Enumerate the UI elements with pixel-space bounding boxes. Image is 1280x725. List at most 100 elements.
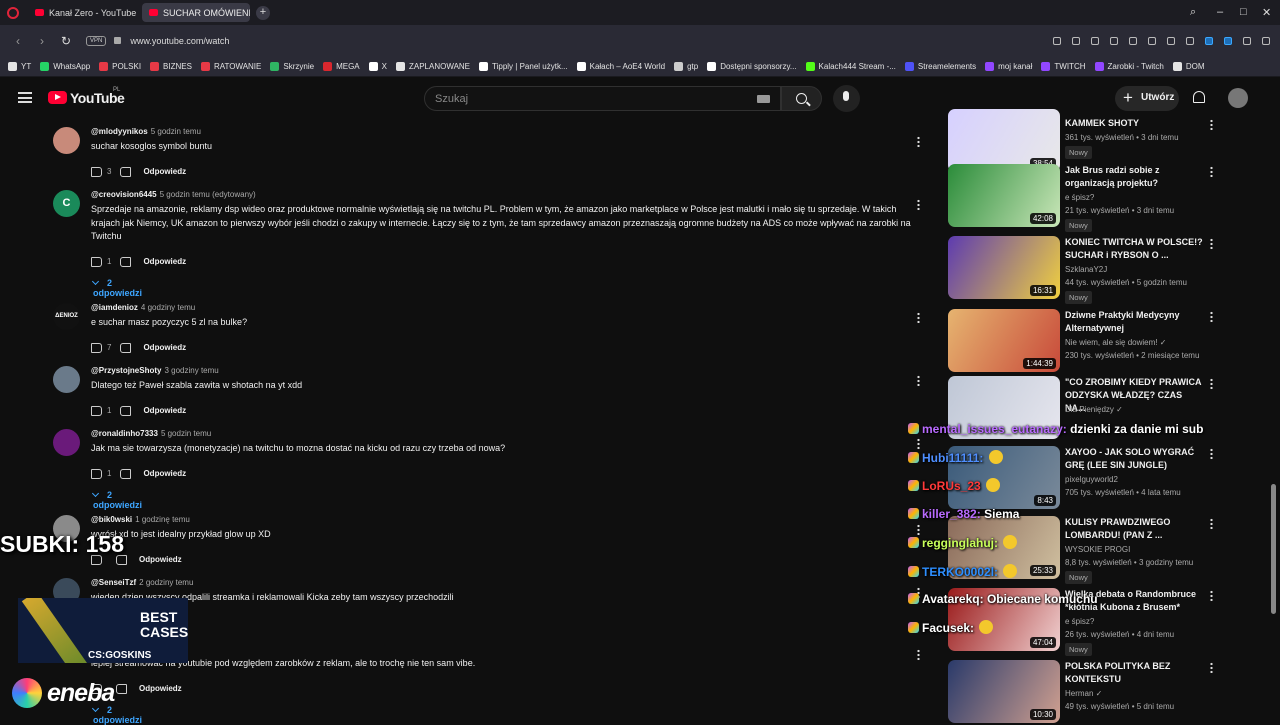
- extensions-icon[interactable]: [1243, 36, 1251, 45]
- avatar[interactable]: ΔENIOZ: [53, 303, 80, 330]
- comment-author[interactable]: @bik0wski: [91, 515, 132, 524]
- back-icon[interactable]: ‹: [12, 34, 24, 48]
- reply-button[interactable]: Odpowiedz: [143, 257, 186, 266]
- tab-kanal-zero[interactable]: Kanał Zero - YouTube: [28, 3, 138, 22]
- search-button[interactable]: [781, 86, 822, 111]
- like-icon[interactable]: [91, 342, 102, 353]
- url-field[interactable]: www.youtube.com/watch: [130, 36, 229, 46]
- bookmark-item[interactable]: Kałach – AoE4 World: [576, 61, 665, 71]
- play-icon[interactable]: [1110, 36, 1118, 45]
- video-channel[interactable]: Herman ✓: [1065, 689, 1102, 698]
- bookmark-item[interactable]: BIZNES: [150, 61, 192, 71]
- reply-button[interactable]: Odpowiedz: [143, 343, 186, 352]
- avatar[interactable]: [53, 127, 80, 154]
- bookmark-item[interactable]: MEGA: [323, 61, 360, 71]
- shield-icon[interactable]: [1091, 36, 1099, 45]
- notifications-bell-icon[interactable]: [1193, 91, 1205, 103]
- search-input[interactable]: Szukaj: [424, 86, 781, 111]
- bookmark-item[interactable]: RATOWANIE: [200, 61, 261, 71]
- reply-button[interactable]: Odpowiedz: [143, 469, 186, 478]
- dislike-icon[interactable]: [120, 468, 132, 479]
- bookmark-item[interactable]: TWITCH: [1041, 61, 1086, 71]
- edit-icon[interactable]: [1053, 36, 1061, 45]
- video-channel[interactable]: e śpisz?: [1065, 617, 1094, 626]
- opera-logo-icon[interactable]: [7, 6, 19, 19]
- comment-time[interactable]: 2 godziny temu: [139, 578, 193, 587]
- video-channel[interactable]: e śpisz?: [1065, 193, 1094, 202]
- more-options-icon[interactable]: [917, 136, 920, 147]
- video-title[interactable]: POLSKA POLITYKA BEZ KONTEKSTU: [1065, 660, 1205, 686]
- like-icon[interactable]: [91, 468, 102, 479]
- reply-button[interactable]: Odpowiedz: [139, 555, 182, 564]
- video-thumbnail[interactable]: 42:08: [948, 164, 1060, 227]
- like-icon[interactable]: [91, 166, 102, 177]
- bookmark-item[interactable]: Dostępni sponsorzy...: [707, 61, 797, 71]
- settings-icon[interactable]: [1262, 36, 1270, 45]
- more-options-icon[interactable]: [917, 199, 920, 210]
- video-options-icon[interactable]: [1210, 311, 1213, 322]
- more-options-icon[interactable]: [917, 649, 920, 660]
- comment-author[interactable]: @creovision6445: [91, 190, 157, 199]
- video-channel[interactable]: SzklanaY2J: [1065, 265, 1107, 274]
- dislike-icon[interactable]: [120, 405, 132, 416]
- video-title[interactable]: Jak Brus radzi sobie z organizacją projek…: [1065, 164, 1205, 190]
- dislike-icon[interactable]: [116, 683, 127, 694]
- bookmark-item[interactable]: Streamelements: [904, 61, 976, 71]
- comment-time[interactable]: 5 godzin temu: [151, 127, 201, 136]
- bookmark-item[interactable]: DOM: [1172, 61, 1205, 71]
- comment-time[interactable]: 1 godzinę temu: [135, 515, 190, 524]
- video-thumbnail[interactable]: 10:30: [948, 660, 1060, 723]
- video-options-icon[interactable]: [1210, 238, 1213, 249]
- video-options-icon[interactable]: [1210, 378, 1213, 389]
- dislike-icon[interactable]: [120, 256, 132, 267]
- comment-author[interactable]: @mlodyynikos: [91, 127, 148, 136]
- video-channel[interactable]: Nie wiem, ale się dowiem! ✓: [1065, 338, 1166, 347]
- comment-time[interactable]: 5 godzin temu: [161, 429, 211, 438]
- video-options-icon[interactable]: [1210, 166, 1213, 177]
- video-title[interactable]: Dziwne Praktyki Medycyny Alternatywnej: [1065, 309, 1205, 335]
- video-options-icon[interactable]: [1210, 448, 1213, 459]
- more-options-icon[interactable]: [917, 312, 920, 323]
- more-options-icon[interactable]: [917, 524, 920, 535]
- video-title[interactable]: KONIEC TWITCHA W POLSCE!? SUCHAR i RYBSON…: [1065, 236, 1205, 262]
- video-channel[interactable]: Dla Pieniędzy ✓: [1065, 405, 1123, 414]
- avatar[interactable]: [53, 366, 80, 393]
- avatar[interactable]: [53, 429, 80, 456]
- show-replies-button[interactable]: 2 odpowiedzi: [93, 490, 142, 510]
- video-thumbnail[interactable]: 1:44:39: [948, 309, 1060, 372]
- microphone-icon[interactable]: [833, 85, 860, 112]
- minimize-icon[interactable]: –: [1217, 6, 1223, 18]
- dislike-icon[interactable]: [120, 342, 132, 353]
- tab-suchar[interactable]: SUCHAR OMÓWIENIE SP...: [142, 3, 250, 22]
- youtube-logo-icon[interactable]: [48, 91, 67, 104]
- video-thumbnail[interactable]: 16:31: [948, 236, 1060, 299]
- video-channel[interactable]: WYSOKIE PROGI: [1065, 545, 1130, 554]
- reply-button[interactable]: Odpowiedz: [143, 406, 186, 415]
- extension-icon[interactable]: [1224, 36, 1232, 45]
- heart-icon[interactable]: [1129, 36, 1137, 45]
- comment-author[interactable]: @iamdenioz: [91, 303, 138, 312]
- lock-icon[interactable]: [114, 37, 122, 44]
- bookmark-item[interactable]: Kalach444 Stream -...: [805, 61, 896, 71]
- bookmark-item[interactable]: YT: [8, 61, 31, 71]
- more-options-icon[interactable]: [917, 375, 920, 386]
- forward-icon[interactable]: ›: [36, 34, 48, 48]
- new-tab-button[interactable]: +: [256, 5, 270, 20]
- video-options-icon[interactable]: [1210, 518, 1213, 529]
- bookmark-item[interactable]: Tipply | Panel użytk...: [479, 61, 568, 71]
- menu-icon[interactable]: [1167, 36, 1175, 45]
- avatar[interactable]: C: [53, 190, 80, 217]
- comment-author[interactable]: @PrzystojneShoty: [91, 366, 161, 375]
- search-tabs-icon[interactable]: ⌕: [1190, 6, 1196, 19]
- close-icon[interactable]: ✕: [1262, 6, 1271, 19]
- bookmark-item[interactable]: ZAPLANOWANE: [395, 61, 470, 71]
- reload-icon[interactable]: ↻: [60, 34, 72, 48]
- reply-button[interactable]: Odpowiedz: [139, 684, 182, 693]
- video-channel[interactable]: pixelguyworld2: [1065, 475, 1118, 484]
- comment-time[interactable]: 3 godziny temu: [164, 366, 218, 375]
- bookmark-item[interactable]: X: [368, 61, 387, 71]
- video-options-icon[interactable]: [1210, 662, 1213, 673]
- comment-time[interactable]: 4 godziny temu: [141, 303, 195, 312]
- more-options-icon[interactable]: [917, 438, 920, 449]
- bookmark-item[interactable]: WhatsApp: [40, 61, 90, 71]
